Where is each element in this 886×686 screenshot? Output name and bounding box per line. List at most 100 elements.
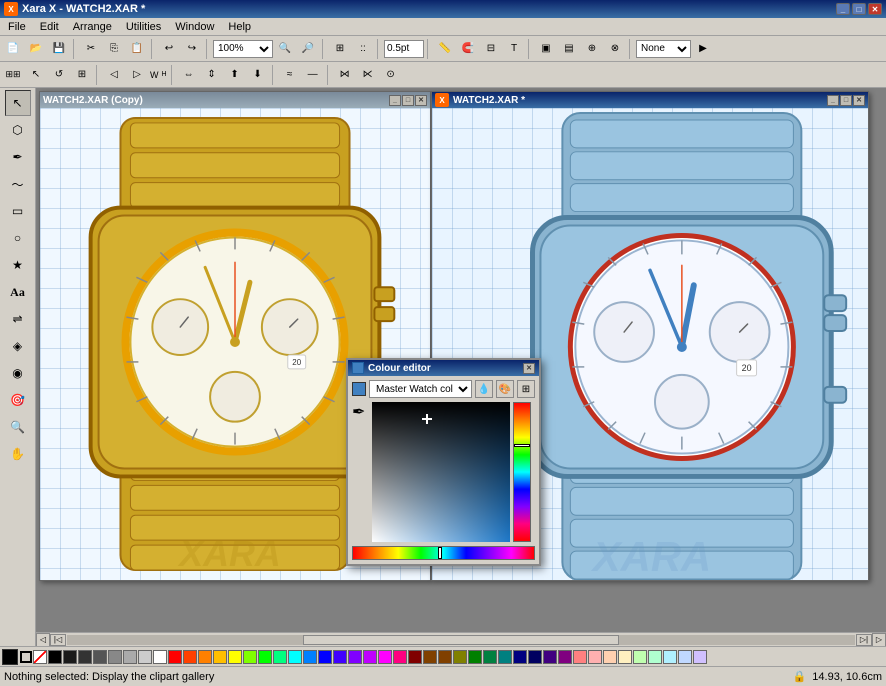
swatch-peach[interactable] (603, 650, 617, 664)
apply-button[interactable]: ▶ (692, 38, 714, 60)
swatch-teal-green[interactable] (273, 650, 287, 664)
menu-utilities[interactable]: Utilities (120, 20, 167, 34)
swatch-cyan[interactable] (288, 650, 302, 664)
grid-toggle-btn[interactable]: ⊞ (71, 64, 93, 86)
swatch-dark-green[interactable] (468, 650, 482, 664)
swatch-blue[interactable] (318, 650, 332, 664)
menu-file[interactable]: File (2, 20, 32, 34)
no-fill-swatch[interactable] (33, 650, 47, 664)
move-left-btn[interactable]: ◁ (103, 64, 125, 86)
stroke-swatch[interactable] (20, 651, 32, 663)
colour-editor-close[interactable]: ✕ (523, 363, 535, 374)
break-button[interactable]: ⊗ (604, 38, 626, 60)
flip-h-btn[interactable]: ⇔ (178, 64, 200, 86)
paste-button[interactable]: 📋 (126, 38, 148, 60)
eyedropper-tool[interactable]: ✒ (352, 402, 365, 422)
swatch-pink[interactable] (573, 650, 587, 664)
straight-btn[interactable]: — (302, 64, 324, 86)
tool-zoom[interactable]: 🔍 (5, 414, 31, 440)
scroll-left-btn[interactable]: ◁ (36, 633, 50, 647)
swatch-white[interactable] (153, 650, 167, 664)
swatch-black[interactable] (48, 650, 62, 664)
mdi-minimize-main[interactable]: _ (827, 95, 839, 106)
grid-button[interactable]: :: (352, 38, 374, 60)
close-path-btn[interactable]: ⊙ (380, 64, 402, 86)
redo-button[interactable]: ↪ (181, 38, 203, 60)
break-curves-btn[interactable]: ⋉ (357, 64, 379, 86)
swatch-dark-purple[interactable] (558, 650, 572, 664)
swatch-yellow[interactable] (228, 650, 242, 664)
tool-pen[interactable]: ✒ (5, 144, 31, 170)
colour-dropper-btn[interactable]: 💧 (475, 380, 493, 398)
menu-help[interactable]: Help (222, 20, 257, 34)
smooth-btn[interactable]: ≈ (279, 64, 301, 86)
colour-palette-btn[interactable]: 🎨 (496, 380, 514, 398)
swatch-dark-cyan[interactable] (498, 650, 512, 664)
swatch-orange-red[interactable] (183, 650, 197, 664)
tool-rect[interactable]: ▭ (5, 198, 31, 224)
scroll-start-btn[interactable]: |◁ (50, 634, 66, 646)
undo-button[interactable]: ↩ (158, 38, 180, 60)
swatch-dark-red[interactable] (408, 650, 422, 664)
swatch-dark-blue[interactable] (513, 650, 527, 664)
colour-name-select[interactable]: Master Watch col (369, 380, 472, 398)
swatch-light-blue[interactable] (303, 650, 317, 664)
cut-button[interactable]: ✂ (80, 38, 102, 60)
minimize-button[interactable]: _ (836, 3, 850, 15)
swatch-brown[interactable] (423, 650, 437, 664)
line-width-input[interactable] (384, 40, 424, 58)
arrow-tool-btn[interactable]: ↖ (25, 64, 47, 86)
swatch-magenta[interactable] (378, 650, 392, 664)
copy-button[interactable]: ⎘ (103, 38, 125, 60)
scroll-end-btn[interactable]: ▷| (856, 634, 872, 646)
menu-window[interactable]: Window (169, 20, 220, 34)
swatch-magenta-purple[interactable] (363, 650, 377, 664)
swatch-pale-cyan[interactable] (663, 650, 677, 664)
open-button[interactable]: 📂 (25, 38, 47, 60)
mdi-minimize-copy[interactable]: _ (389, 95, 401, 106)
swatch-hot-pink[interactable] (393, 650, 407, 664)
swatch-yellow-orange[interactable] (213, 650, 227, 664)
tool-ellipse[interactable]: ○ (5, 225, 31, 251)
swatch-dark-teal[interactable] (483, 650, 497, 664)
swatch-gray3[interactable] (108, 650, 122, 664)
rainbow-bar[interactable] (352, 546, 535, 560)
swatch-red[interactable] (168, 650, 182, 664)
tool-star[interactable]: ★ (5, 252, 31, 278)
zoom-out-button[interactable]: 🔍 (274, 38, 296, 60)
swatch-light-green[interactable] (633, 650, 647, 664)
ruler-button[interactable]: 📏 (434, 38, 456, 60)
swatch-silver[interactable] (138, 650, 152, 664)
combine-button[interactable]: ⊕ (581, 38, 603, 60)
menu-edit[interactable]: Edit (34, 20, 65, 34)
tool-freehand[interactable]: 〜 (5, 171, 31, 197)
swatch-pale-blue[interactable] (678, 650, 692, 664)
mdi-close-main[interactable]: ✕ (853, 95, 865, 106)
swatch-lightgray[interactable] (123, 650, 137, 664)
hue-slider[interactable] (513, 402, 531, 542)
magnet-button[interactable]: 🧲 (457, 38, 479, 60)
ungroup-button[interactable]: ▤ (558, 38, 580, 60)
fill-swatch[interactable] (2, 649, 18, 665)
colour-options-btn[interactable]: ⊞ (517, 380, 535, 398)
align-button[interactable]: ⊟ (480, 38, 502, 60)
swatch-darkgray[interactable] (63, 650, 77, 664)
tool-node[interactable]: ⬡ (5, 117, 31, 143)
snap-button[interactable]: ⊞ (329, 38, 351, 60)
menu-arrange[interactable]: Arrange (67, 20, 118, 34)
save-button[interactable]: 💾 (48, 38, 70, 60)
mdi-close-copy[interactable]: ✕ (415, 95, 427, 106)
zoom-select[interactable]: 100% (213, 40, 273, 58)
order-back-btn[interactable]: ⬇ (247, 64, 269, 86)
new-button[interactable]: 📄 (2, 38, 24, 60)
tool-transparency[interactable]: ◈ (5, 333, 31, 359)
swatch-purple-blue[interactable] (333, 650, 347, 664)
move-right-btn[interactable]: ▷ (126, 64, 148, 86)
swatch-navy[interactable] (528, 650, 542, 664)
swatch-cream[interactable] (618, 650, 632, 664)
rotate-btn[interactable]: ↺ (48, 64, 70, 86)
tool-fill[interactable]: ◉ (5, 360, 31, 386)
swatch-green[interactable] (258, 650, 272, 664)
order-btn[interactable]: ⬆ (224, 64, 246, 86)
none-select[interactable]: None (636, 40, 691, 58)
